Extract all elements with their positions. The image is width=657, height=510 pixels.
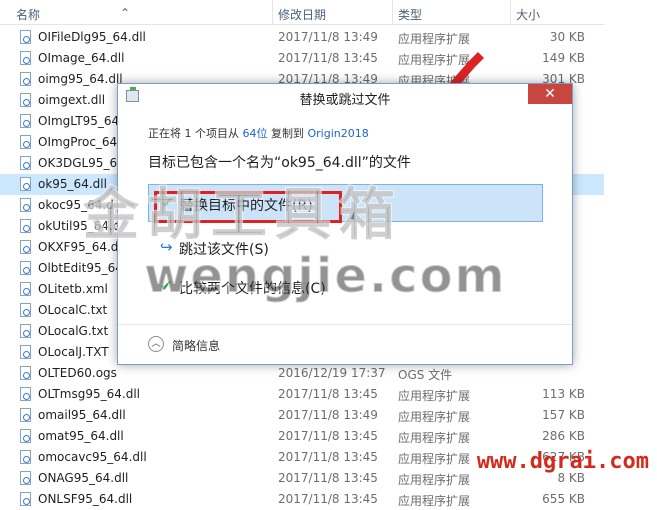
details-label: 简略信息 [172,339,221,353]
destination-folder-link[interactable]: Origin2018 [308,127,369,140]
watermark-url: www.dgrai.com [476,449,649,474]
dialog-title: 替换或跳过文件 [299,93,391,108]
watermark-domain: wengjie.com [143,247,507,305]
dialog-titlebar[interactable]: 替换或跳过文件 ✕ [118,84,572,110]
progress-text: 正在将 1 个项目从 64位 复制到 Origin2018 [148,125,369,141]
dialog-heading: 目标已包含一个名为“ok95_64.dll”的文件 [148,155,411,171]
dialog-divider [118,324,572,325]
chevron-up-icon: ︿ [148,336,164,352]
watermark-chinese: 金胡工具箱 [82,182,403,249]
source-folder-link[interactable]: 64位 [243,127,268,140]
close-button[interactable]: ✕ [528,84,572,104]
progress-mid: 复制到 [267,127,308,140]
progress-prefix: 正在将 1 个项目从 [148,127,243,140]
